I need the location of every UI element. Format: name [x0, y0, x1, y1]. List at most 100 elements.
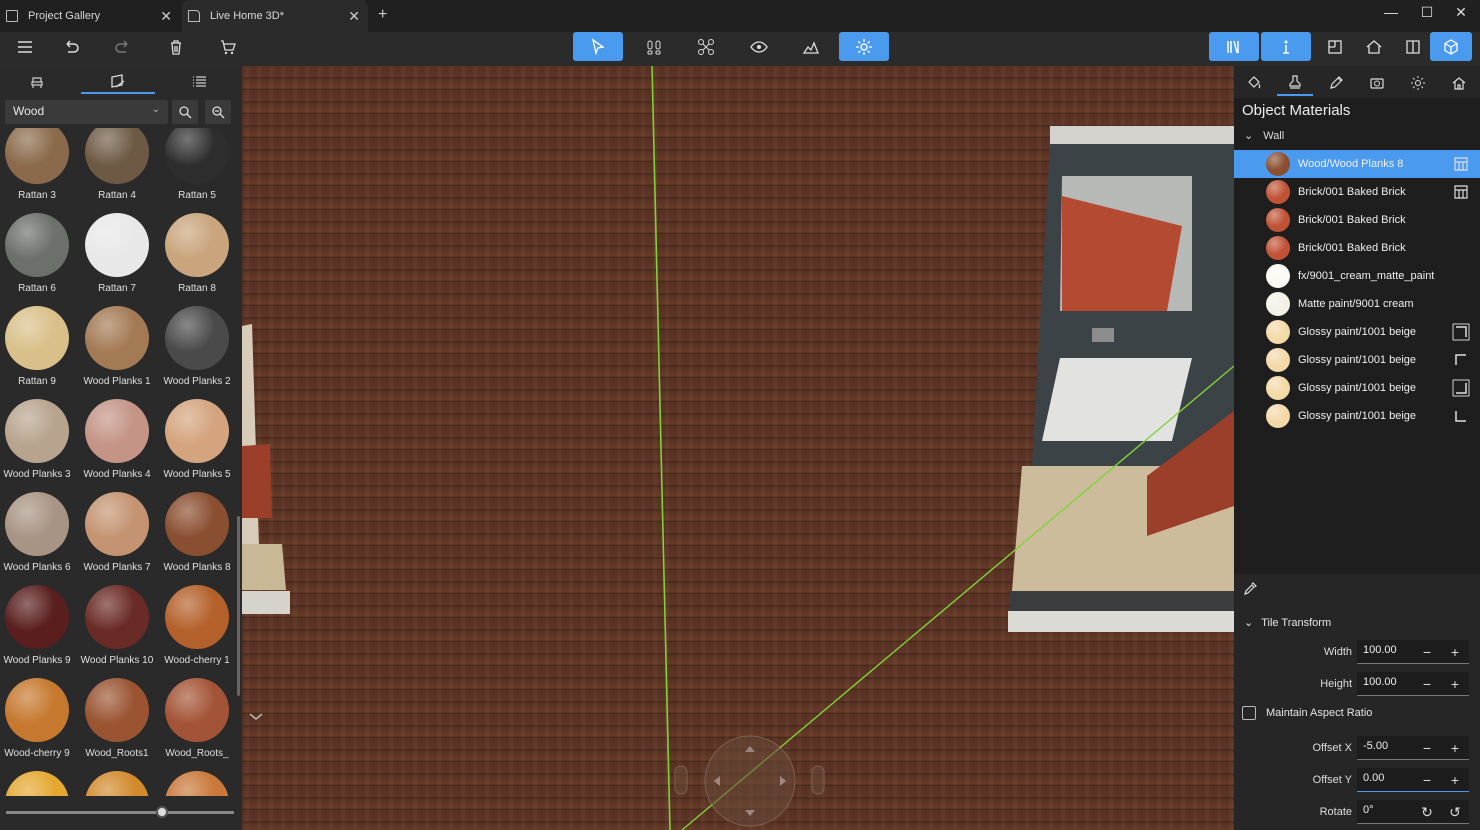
object-material-row[interactable]: Matte paint/9001 cream — [1234, 290, 1480, 318]
material-item[interactable]: Rattan 3 — [0, 128, 77, 212]
material-item[interactable]: Rattan 7 — [77, 213, 157, 305]
material-item[interactable] — [0, 771, 77, 796]
3d-viewport[interactable] — [242, 66, 1234, 830]
maintain-aspect-checkbox[interactable] — [1242, 706, 1256, 720]
menu-button[interactable] — [0, 32, 50, 61]
tile-transform-section: ⌄ Tile Transform Width 100.00 − + Height … — [1234, 604, 1480, 830]
eyedropper-search-button[interactable] — [205, 100, 231, 124]
material-item[interactable]: Rattan 5 — [157, 128, 236, 212]
tab-edit[interactable] — [1318, 70, 1354, 96]
material-item[interactable]: Wood Planks 7 — [77, 492, 157, 584]
corner-top-left-icon[interactable] — [1452, 351, 1470, 369]
object-material-row[interactable]: Brick/001 Baked Brick — [1234, 234, 1480, 262]
tile-transform-header[interactable]: ⌄ Tile Transform — [1244, 616, 1331, 629]
material-item[interactable]: Wood Planks 8 — [157, 492, 236, 584]
tab-camera[interactable] — [1359, 70, 1395, 96]
undo-button[interactable] — [46, 32, 96, 61]
material-item[interactable]: Wood Planks 3 — [0, 399, 77, 491]
corner-bottom-left-icon[interactable] — [1452, 407, 1470, 425]
height-decrement-button[interactable]: − — [1417, 674, 1437, 694]
material-item[interactable]: Wood-cherry 9 — [0, 678, 77, 770]
object-material-row[interactable]: Glossy paint/1001 beige — [1234, 318, 1480, 346]
material-item[interactable]: Wood Planks 9 — [0, 585, 77, 677]
view-button[interactable] — [734, 32, 784, 61]
material-item[interactable]: Wood_Roots_ — [157, 678, 236, 770]
width-decrement-button[interactable]: − — [1417, 642, 1437, 662]
delete-button[interactable] — [151, 32, 201, 61]
new-tab-button[interactable]: + — [378, 6, 387, 24]
material-item[interactable] — [77, 771, 157, 796]
material-map-icon[interactable] — [1452, 183, 1470, 201]
section-header-wall[interactable]: ⌄ Wall — [1244, 129, 1284, 142]
object-material-row[interactable]: Glossy paint/1001 beige — [1234, 346, 1480, 374]
material-item[interactable]: Wood Planks 4 — [77, 399, 157, 491]
close-icon[interactable]: ✕ — [348, 8, 360, 25]
material-item[interactable]: Wood_Roots1 — [77, 678, 157, 770]
tab-project-gallery[interactable]: Project Gallery ✕ — [0, 0, 180, 32]
corner-bottom-right-icon[interactable] — [1452, 379, 1470, 397]
scene-overlay — [242, 66, 1234, 830]
rotate-counterclockwise-button[interactable]: ↺ — [1445, 802, 1465, 822]
3d-mode-button[interactable] — [1430, 32, 1472, 61]
object-material-row[interactable]: fx/9001_cream_matte_paint — [1234, 262, 1480, 290]
tab-object-properties[interactable] — [1277, 70, 1313, 96]
eyedropper-icon[interactable] — [1242, 581, 1258, 597]
material-item[interactable] — [157, 771, 236, 796]
material-item[interactable]: Wood Planks 5 — [157, 399, 236, 491]
material-label: Rattan 8 — [178, 283, 216, 294]
material-item[interactable]: Wood Planks 6 — [0, 492, 77, 584]
tab-materials-inspector[interactable] — [1236, 70, 1272, 96]
material-item[interactable]: Rattan 4 — [77, 128, 157, 212]
inspector-button[interactable] — [1261, 32, 1311, 61]
terrain-button[interactable] — [786, 32, 836, 61]
minimize-button[interactable]: — — [1376, 4, 1406, 20]
maximize-button[interactable]: ☐ — [1412, 4, 1442, 21]
tab-project-list[interactable] — [163, 70, 237, 94]
tab-objects[interactable] — [0, 70, 74, 94]
redo-button[interactable] — [98, 32, 148, 61]
height-increment-button[interactable]: + — [1445, 674, 1465, 694]
rotate-clockwise-button[interactable]: ↻ — [1417, 802, 1437, 822]
material-item[interactable]: Rattan 8 — [157, 213, 236, 305]
tab-light[interactable] — [1400, 70, 1436, 96]
object-material-row[interactable]: Glossy paint/1001 beige — [1234, 374, 1480, 402]
material-item[interactable]: Wood Planks 10 — [77, 585, 157, 677]
split-view-icon — [1406, 39, 1420, 54]
fly-tool-button[interactable] — [681, 32, 731, 61]
tab-building[interactable] — [1441, 70, 1477, 96]
offset-x-decrement-button[interactable]: − — [1417, 738, 1437, 758]
category-dropdown[interactable]: Wood ⌄ — [5, 100, 168, 124]
material-item[interactable]: Wood Planks 1 — [77, 306, 157, 398]
object-material-row[interactable]: Glossy paint/1001 beige — [1234, 402, 1480, 430]
library-button[interactable] — [1209, 32, 1259, 61]
object-material-row[interactable]: Brick/001 Baked Brick — [1234, 206, 1480, 234]
width-increment-button[interactable]: + — [1445, 642, 1465, 662]
search-button[interactable] — [172, 100, 198, 124]
select-tool-button[interactable] — [573, 32, 623, 61]
chair-icon — [31, 77, 43, 88]
walk-tool-button[interactable] — [629, 32, 679, 61]
material-item[interactable]: Wood Planks 2 — [157, 306, 236, 398]
object-material-row[interactable]: Brick/001 Baked Brick — [1234, 178, 1480, 206]
lighting-button[interactable] — [839, 32, 889, 61]
thumbnail-size-slider[interactable] — [6, 806, 234, 818]
list-icon — [193, 76, 206, 87]
object-material-row[interactable]: Wood/Wood Planks 8 — [1234, 150, 1480, 178]
material-item[interactable]: Rattan 9 — [0, 306, 77, 398]
material-item[interactable]: Wood-cherry 1 — [157, 585, 236, 677]
material-swatch — [1266, 348, 1290, 372]
corner-top-right-icon[interactable] — [1452, 323, 1470, 341]
chevron-down-icon: ⌄ — [1244, 130, 1254, 142]
close-icon[interactable]: ✕ — [160, 8, 172, 25]
offset-y-increment-button[interactable]: + — [1445, 770, 1465, 790]
store-button[interactable] — [203, 32, 253, 61]
slider-knob[interactable] — [156, 806, 168, 818]
offset-y-decrement-button[interactable]: − — [1417, 770, 1437, 790]
tab-materials[interactable] — [81, 70, 155, 94]
library-scrollbar[interactable] — [237, 516, 240, 696]
tab-live-home-3d[interactable]: Live Home 3D* ✕ — [182, 0, 368, 32]
offset-x-increment-button[interactable]: + — [1445, 738, 1465, 758]
material-item[interactable]: Rattan 6 — [0, 213, 77, 305]
close-window-button[interactable]: ✕ — [1446, 4, 1476, 21]
material-map-icon[interactable] — [1452, 155, 1470, 173]
